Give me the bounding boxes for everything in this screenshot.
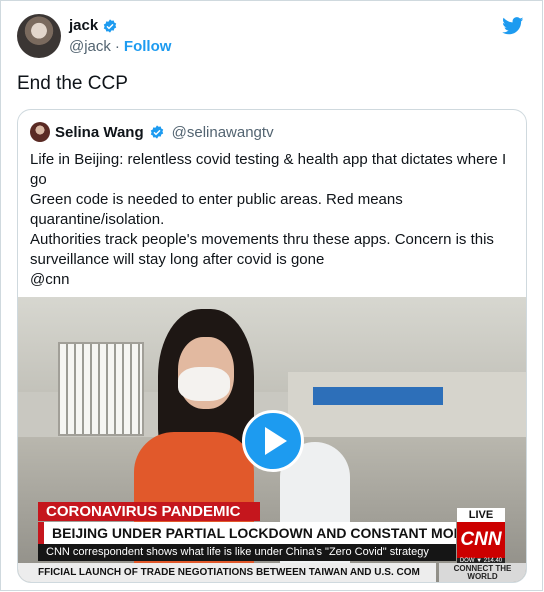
live-badge: LIVE xyxy=(457,508,505,522)
chyron-headline: BEIJING UNDER PARTIAL LOCKDOWN AND CONST… xyxy=(38,522,456,544)
scene-back-wall xyxy=(288,372,526,442)
quoted-tweet[interactable]: Selina Wang @selinawangtv Life in Beijin… xyxy=(17,109,527,583)
video-player[interactable]: CORONAVIRUS PANDEMIC BEIJING UNDER PARTI… xyxy=(18,297,526,582)
scene-blue-banner xyxy=(313,387,443,405)
separator-dot: · xyxy=(114,38,120,55)
scene-window xyxy=(58,342,144,436)
tweet-author: jack @jack · Follow xyxy=(69,17,171,55)
chyron-tag: CORONAVIRUS PANDEMIC xyxy=(38,502,260,521)
tweet-card: jack @jack · Follow End the CCP Selina W… xyxy=(0,0,543,591)
follow-button[interactable]: Follow xyxy=(124,38,172,55)
quoted-author-avatar[interactable] xyxy=(30,122,50,142)
cnn-lower-third: CORONAVIRUS PANDEMIC BEIJING UNDER PARTI… xyxy=(18,502,526,582)
quoted-text-line: Life in Beijing: relentless covid testin… xyxy=(30,151,507,188)
quoted-text-line: Green code is needed to enter public are… xyxy=(30,191,403,228)
author-name-row: jack xyxy=(69,17,171,34)
play-icon xyxy=(264,427,287,455)
author-handle-row: @jack · Follow xyxy=(69,38,171,55)
quoted-mention-cnn[interactable]: @cnn xyxy=(30,270,518,290)
chyron-subheadline: CNN correspondent shows what life is lik… xyxy=(38,544,456,561)
connect-the-world-label: CONNECT THE WORLD xyxy=(439,563,526,582)
verified-badge-icon xyxy=(104,18,117,33)
quoted-text-line: Authorities track people's movements thr… xyxy=(30,231,494,268)
quoted-text: Life in Beijing: relentless covid testin… xyxy=(30,150,518,290)
verified-badge-icon xyxy=(150,125,163,139)
reporter-mask xyxy=(178,367,230,401)
author-handle[interactable]: @jack xyxy=(69,38,111,55)
play-button[interactable] xyxy=(242,410,304,472)
tweet-text: End the CCP xyxy=(17,73,128,94)
news-ticker: FFICIAL LAUNCH OF TRADE NEGOTIATIONS BET… xyxy=(18,563,436,582)
quoted-author-handle[interactable]: @selinawangtv xyxy=(172,124,274,141)
quoted-author: Selina Wang @selinawangtv xyxy=(30,122,274,142)
author-avatar[interactable] xyxy=(17,14,61,58)
cnn-logo: CNN xyxy=(457,522,505,558)
twitter-bird-icon[interactable] xyxy=(502,17,524,35)
author-name[interactable]: jack xyxy=(69,17,98,34)
quoted-author-name[interactable]: Selina Wang xyxy=(55,124,144,141)
